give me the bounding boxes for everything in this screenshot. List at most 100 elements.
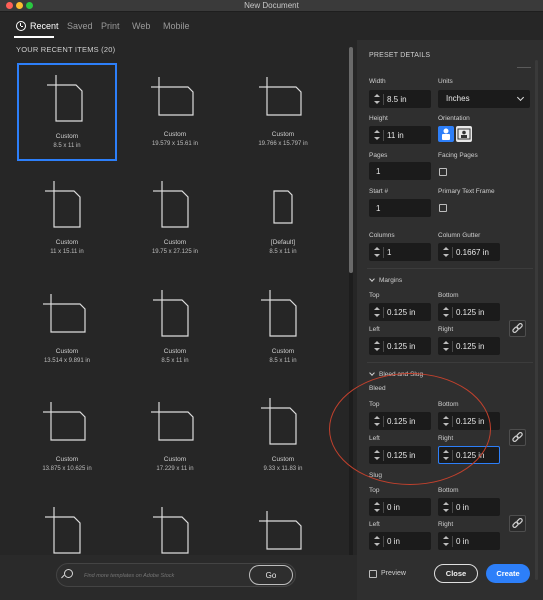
recent-item-tile[interactable]: Custom 11 x 15.11 in	[17, 171, 117, 269]
recent-item-tile[interactable]: Custom 17.229 x 11 in	[125, 388, 225, 486]
slug-right-label: Right	[438, 521, 454, 528]
primary-text-frame-checkbox[interactable]	[439, 204, 447, 212]
recent-item-tile[interactable]: Custom 19.75 x 27.125 in	[125, 171, 225, 269]
margin-bottom-field[interactable]: 0.125 in	[438, 303, 500, 321]
recent-item-name: Custom	[163, 456, 187, 463]
preset-details-panel: PRESET DETAILS Width 8.5 in Units Inches…	[357, 40, 543, 600]
portrait-icon	[442, 128, 450, 140]
margin-right-field[interactable]: 0.125 in	[438, 337, 500, 355]
slug-left-field[interactable]: 0 in	[369, 532, 431, 550]
link-margins-button[interactable]	[509, 320, 526, 337]
bleed-right-field[interactable]: 0.125 in	[438, 446, 500, 464]
tab-saved[interactable]: Saved	[67, 21, 93, 31]
recent-item-tile[interactable]: Custom 8.5 x 11 in	[17, 63, 117, 161]
recent-item-tile[interactable]: Custom 19.579 x 15.61 in	[125, 63, 225, 161]
recent-item-tile[interactable]: Custom 9.33 x 11.83 in	[233, 388, 333, 486]
document-icon	[261, 398, 297, 445]
link-bleed-button[interactable]	[509, 429, 526, 446]
tab-mobile[interactable]: Mobile	[163, 21, 190, 31]
slug-bottom-field[interactable]: 0 in	[438, 498, 500, 516]
landscape-icon	[457, 128, 471, 140]
bleed-slug-section-title[interactable]: Bleed and Slug	[379, 371, 423, 378]
margin-top-value: 0.125 in	[387, 308, 416, 317]
slug-top-field[interactable]: 0 in	[369, 498, 431, 516]
tab-recent[interactable]: Recent	[30, 21, 59, 31]
bleed-top-field[interactable]: 0.125 in	[369, 412, 431, 430]
bleed-top-stepper[interactable]	[374, 416, 380, 427]
units-select[interactable]: Inches	[438, 90, 530, 108]
document-icon	[273, 190, 293, 224]
create-button[interactable]: Create	[486, 564, 530, 583]
slug-left-stepper[interactable]	[374, 536, 380, 547]
stepper-divider	[452, 247, 453, 258]
height-field[interactable]: 11 in	[369, 126, 431, 144]
slug-right-stepper[interactable]	[443, 536, 449, 547]
height-stepper[interactable]	[374, 130, 380, 141]
slug-bottom-label: Bottom	[438, 487, 459, 494]
slug-bottom-stepper[interactable]	[443, 502, 449, 513]
scrollbar-thumb[interactable]	[349, 47, 353, 273]
stepper-divider	[452, 502, 453, 513]
recent-item-tile[interactable]: Custom 8.5 x 11 in	[125, 280, 225, 378]
chevron-down-icon[interactable]	[369, 276, 375, 282]
slug-right-field[interactable]: 0 in	[438, 532, 500, 550]
column-gutter-field[interactable]: 0.1667 in	[438, 243, 500, 261]
bleed-subtitle: Bleed	[369, 385, 386, 392]
recent-item-tile[interactable]: [Default] 8.5 x 11 in	[233, 171, 333, 269]
orientation-label: Orientation	[438, 115, 470, 122]
stock-search-input[interactable]	[84, 570, 234, 582]
recent-item-tile[interactable]: Custom 13.514 x 9.891 in	[17, 280, 117, 378]
slug-bottom-value: 0 in	[456, 503, 469, 512]
margin-top-stepper[interactable]	[374, 307, 380, 318]
margin-right-stepper[interactable]	[443, 341, 449, 352]
bleed-left-field[interactable]: 0.125 in	[369, 446, 431, 464]
start-number-field[interactable]: 1	[369, 199, 431, 217]
document-icon	[43, 294, 86, 333]
title-bar: New Document	[0, 0, 543, 12]
bleed-top-label: Top	[369, 401, 380, 408]
slug-top-label: Top	[369, 487, 380, 494]
margin-top-label: Top	[369, 292, 380, 299]
margin-left-stepper[interactable]	[374, 341, 380, 352]
preview-checkbox[interactable]	[369, 570, 377, 578]
bleed-bottom-field[interactable]: 0.125 in	[438, 412, 500, 430]
stepper-divider	[383, 307, 384, 318]
panel-scrollbar[interactable]	[535, 60, 538, 580]
bleed-left-stepper[interactable]	[374, 450, 380, 461]
go-button[interactable]: Go	[249, 565, 293, 585]
landscape-orientation-button[interactable]	[456, 126, 472, 142]
stepper-divider	[383, 130, 384, 141]
facing-pages-label: Facing Pages	[438, 152, 478, 159]
recent-item-tile[interactable]: Custom 13.875 x 10.625 in	[17, 388, 117, 486]
margin-bottom-label: Bottom	[438, 292, 459, 299]
chevron-down-icon[interactable]	[369, 370, 375, 376]
width-field[interactable]: 8.5 in	[369, 90, 431, 108]
width-stepper[interactable]	[374, 94, 380, 105]
bleed-right-stepper[interactable]	[443, 450, 449, 461]
recent-item-tile[interactable]: Custom 19.766 x 15.797 in	[233, 63, 333, 161]
recent-item-name: Custom	[163, 348, 187, 355]
recent-item-tile[interactable]: Custom 8.5 x 11 in	[233, 280, 333, 378]
facing-pages-checkbox[interactable]	[439, 168, 447, 176]
bleed-top-value: 0.125 in	[387, 417, 416, 426]
recent-item-name: Custom	[55, 348, 79, 355]
columns-stepper[interactable]	[374, 247, 380, 258]
columns-field[interactable]: 1	[369, 243, 431, 261]
pages-field[interactable]: 1	[369, 162, 431, 180]
bleed-bottom-stepper[interactable]	[443, 416, 449, 427]
column-gutter-stepper[interactable]	[443, 247, 449, 258]
link-slug-button[interactable]	[509, 515, 526, 532]
margin-bottom-stepper[interactable]	[443, 307, 449, 318]
close-button[interactable]: Close	[434, 564, 478, 583]
margin-top-field[interactable]: 0.125 in	[369, 303, 431, 321]
preset-details-header: PRESET DETAILS	[369, 52, 431, 59]
tab-web[interactable]: Web	[132, 21, 150, 31]
preview-label: Preview	[381, 570, 406, 577]
slug-top-stepper[interactable]	[374, 502, 380, 513]
window-title: New Document	[244, 1, 299, 10]
margin-left-field[interactable]: 0.125 in	[369, 337, 431, 355]
tab-print[interactable]: Print	[101, 21, 120, 31]
portrait-orientation-button[interactable]	[438, 126, 454, 142]
document-icon	[151, 77, 194, 116]
margins-section-title[interactable]: Margins	[379, 277, 402, 284]
